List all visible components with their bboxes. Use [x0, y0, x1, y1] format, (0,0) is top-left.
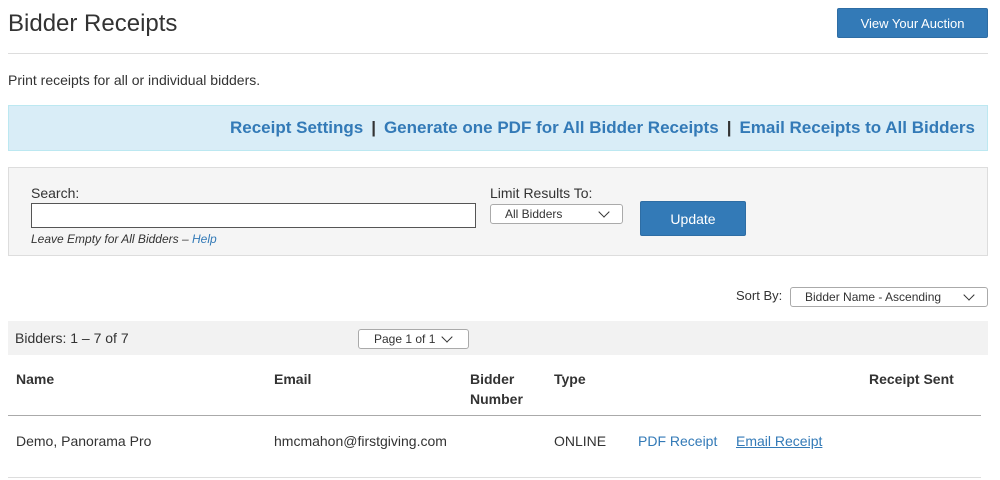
chevron-down-icon: [963, 289, 975, 301]
chevron-down-icon: [598, 206, 610, 218]
column-header-bidder-number-line2: Number: [470, 391, 523, 407]
column-header-name: Name: [16, 371, 55, 387]
row-divider: [8, 477, 981, 478]
limit-results-label: Limit Results To:: [490, 185, 593, 201]
generate-pdf-link[interactable]: Generate one PDF for All Bidder Receipts: [384, 118, 719, 138]
bidder-type-cell: ONLINE: [554, 433, 607, 449]
bidder-email-cell: hmcmahon@firstgiving.com: [274, 433, 447, 449]
search-hint: Leave Empty for All Bidders – Help: [31, 232, 217, 246]
email-all-receipts-link[interactable]: Email Receipts to All Bidders: [739, 118, 975, 138]
page-title: Bidder Receipts: [8, 10, 178, 37]
receipt-actions-bar: Receipt Settings | Generate one PDF for …: [8, 105, 988, 151]
pager-bar: Bidders: 1 – 7 of 7 Page 1 of 1: [8, 321, 988, 355]
search-panel: Search: Leave Empty for All Bidders – He…: [8, 167, 988, 256]
table-header-divider: [8, 415, 981, 416]
search-input[interactable]: [31, 203, 476, 228]
search-label: Search:: [31, 185, 80, 201]
column-header-receipt-sent: Receipt Sent: [869, 371, 954, 387]
bidder-name-cell: Demo, Panorama Pro: [16, 433, 152, 449]
page-select[interactable]: Page 1 of 1: [358, 329, 469, 349]
limit-results-select[interactable]: All Bidders: [490, 204, 623, 224]
limit-results-value: All Bidders: [505, 207, 563, 221]
update-button[interactable]: Update: [640, 201, 746, 236]
page-select-value: Page 1 of 1: [374, 332, 436, 346]
page-subtitle: Print receipts for all or individual bid…: [8, 72, 261, 88]
column-header-type: Type: [554, 371, 586, 387]
column-header-bidder-number-line1: Bidder: [470, 371, 515, 387]
view-your-auction-button[interactable]: View Your Auction: [837, 8, 988, 38]
bidder-count: Bidders: 1 – 7 of 7: [15, 330, 129, 346]
sort-by-select[interactable]: Bidder Name - Ascending: [790, 287, 988, 307]
pdf-receipt-link[interactable]: PDF Receipt: [638, 431, 717, 451]
title-divider: [8, 53, 988, 54]
search-hint-text: Leave Empty for All Bidders –: [31, 232, 189, 246]
sort-by-value: Bidder Name - Ascending: [805, 290, 942, 304]
chevron-down-icon: [441, 331, 453, 343]
help-link[interactable]: Help: [192, 232, 217, 246]
email-receipt-link[interactable]: Email Receipt: [736, 431, 822, 451]
receipt-settings-link[interactable]: Receipt Settings: [230, 118, 363, 138]
action-separator: |: [726, 118, 732, 137]
column-header-bidder-number: Bidder Number: [470, 369, 523, 409]
action-separator: |: [371, 118, 376, 137]
sort-by-label: Sort By:: [736, 288, 783, 303]
column-header-email: Email: [274, 371, 312, 387]
